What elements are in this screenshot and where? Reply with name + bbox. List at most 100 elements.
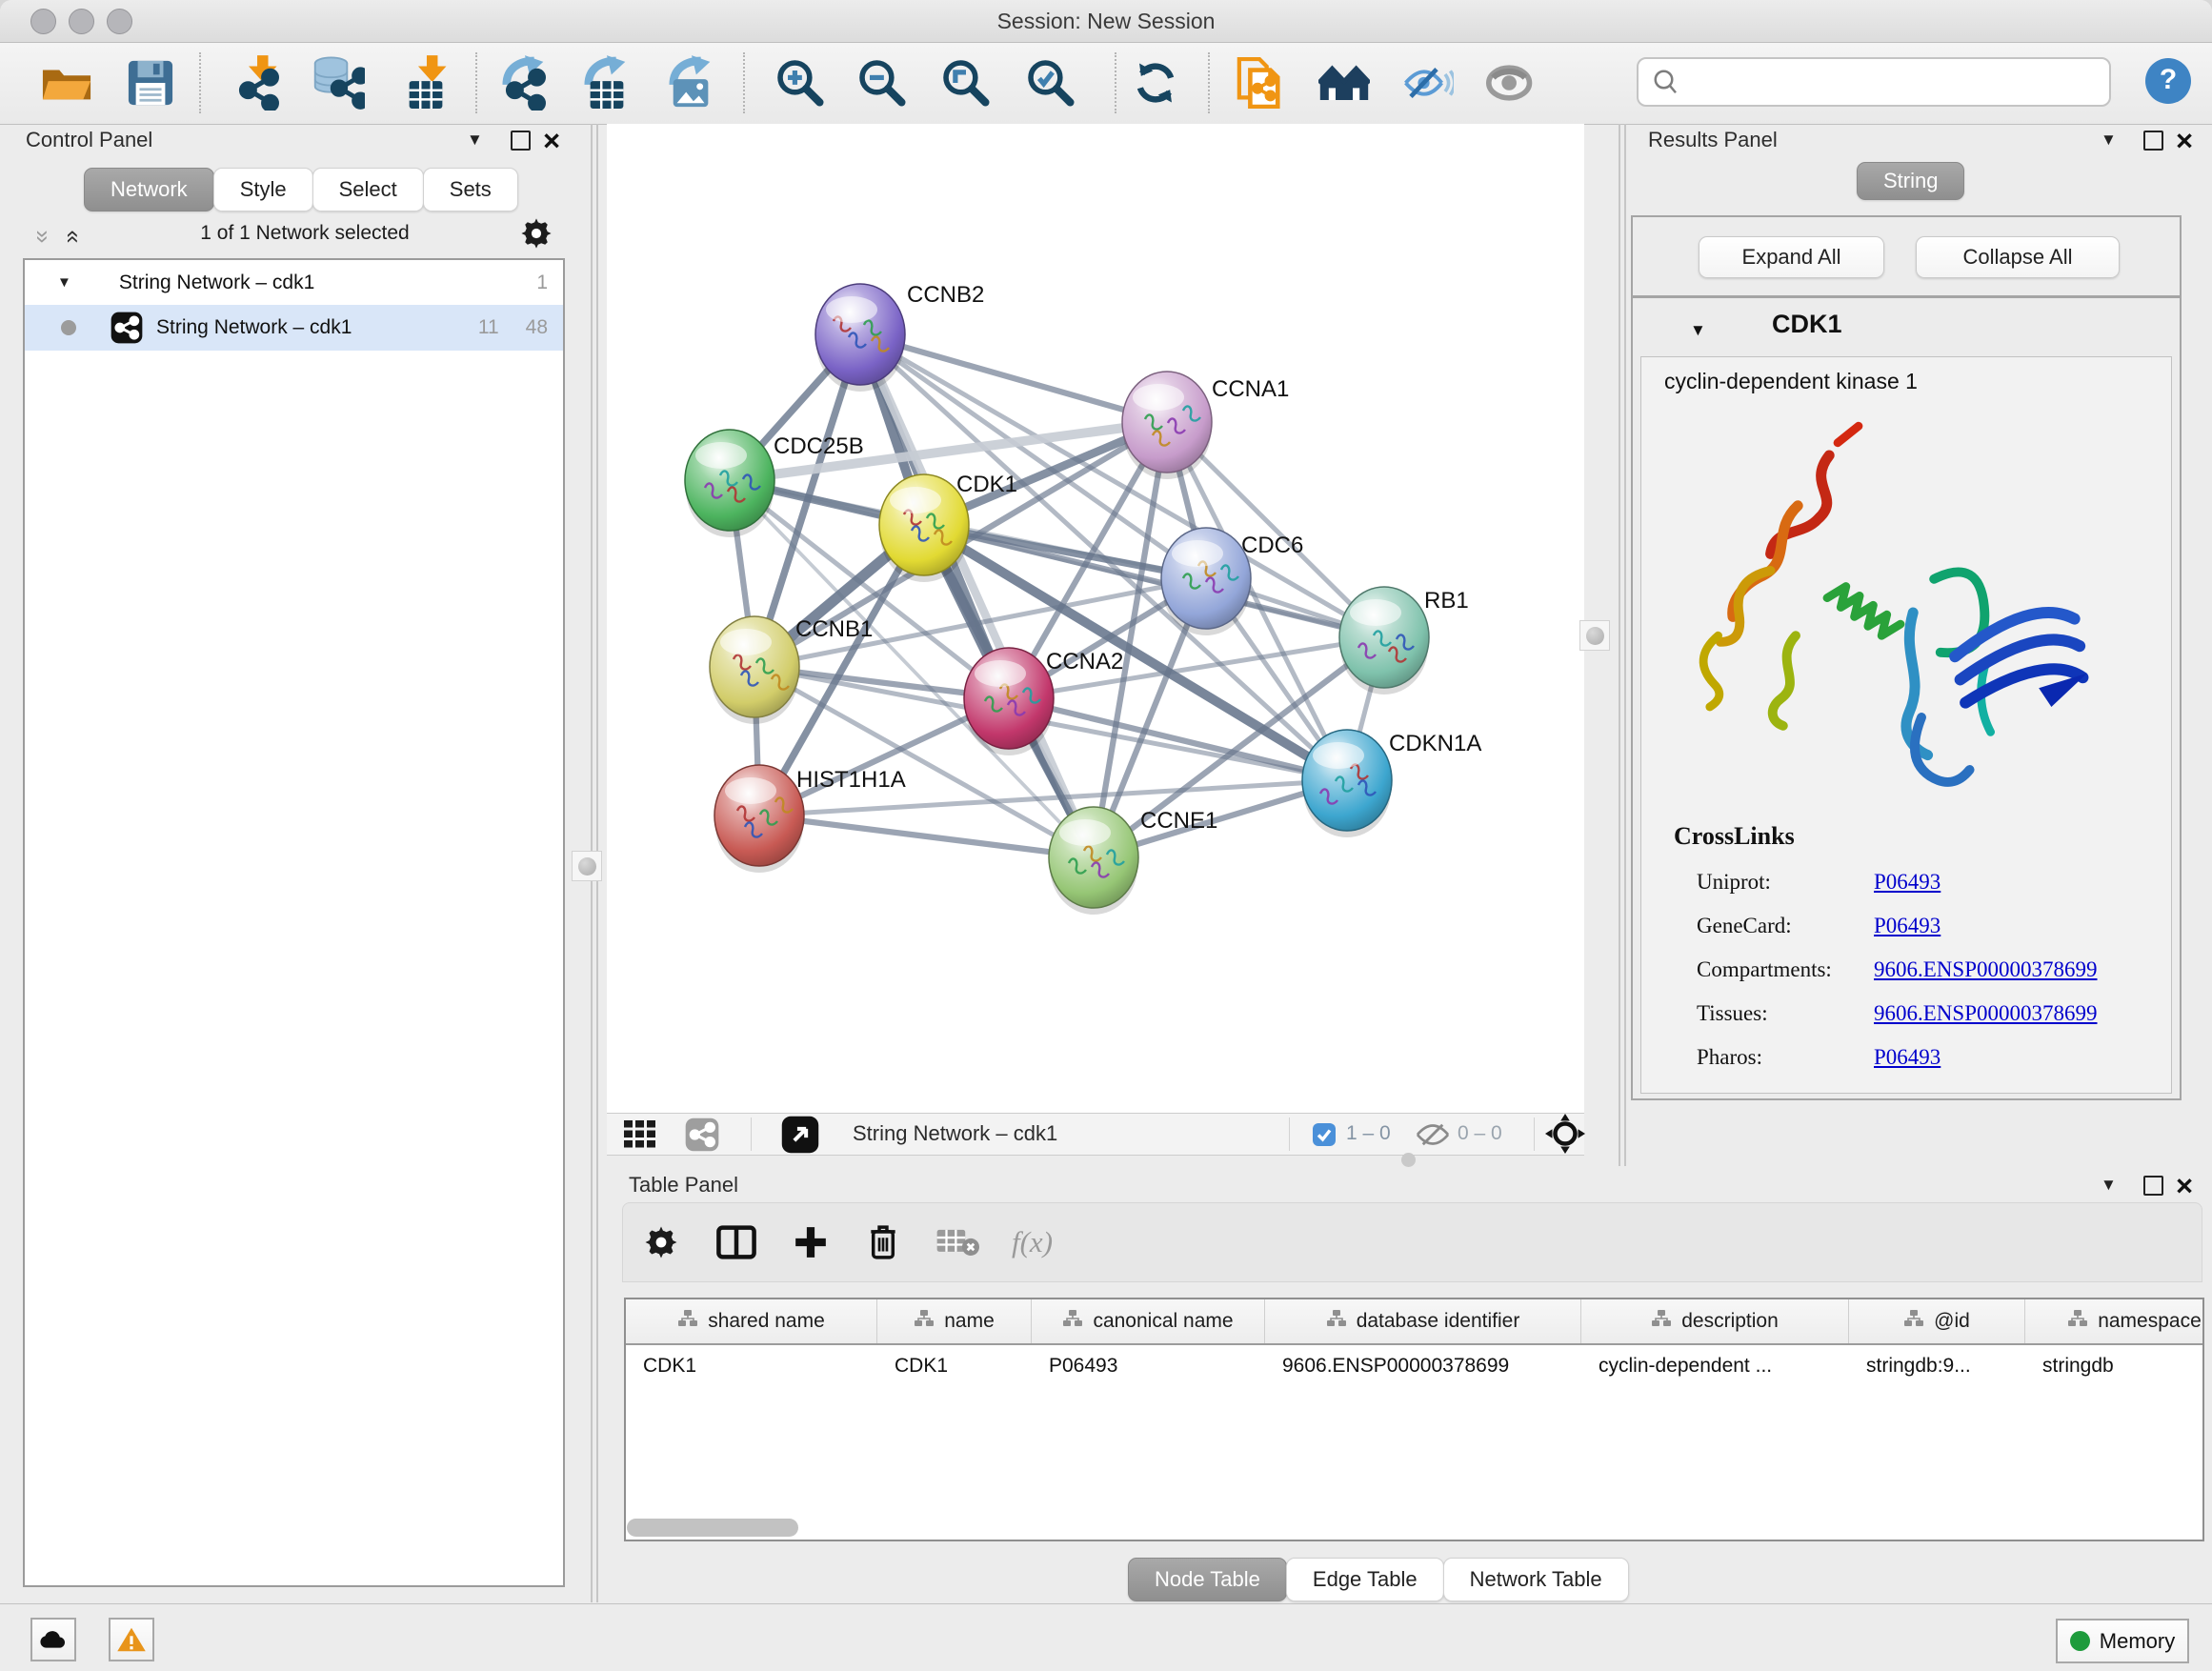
edge-count: 48 bbox=[526, 316, 548, 339]
column-header-description[interactable]: description bbox=[1581, 1299, 1849, 1343]
network-options-gear-icon[interactable] bbox=[520, 217, 553, 254]
crosslink-link[interactable]: 9606.ENSP00000378699 bbox=[1874, 957, 2098, 982]
network-node-CCNA2 bbox=[964, 648, 1054, 755]
fit-content-crosshair-icon[interactable] bbox=[1545, 1114, 1585, 1158]
hidden-eye-slash-icon[interactable] bbox=[1415, 1121, 1451, 1153]
tab-sets[interactable]: Sets bbox=[423, 168, 518, 211]
memory-label: Memory bbox=[2100, 1629, 2175, 1654]
network-node-CDC6 bbox=[1161, 528, 1251, 635]
column-type-icon bbox=[1062, 1309, 1083, 1334]
control-panel-close-icon[interactable]: × bbox=[543, 131, 560, 151]
delete-column-trash-icon[interactable] bbox=[865, 1222, 901, 1262]
import-network-database-icon[interactable] bbox=[312, 56, 365, 110]
network-graph[interactable]: CCNB2CCNA1CDC25BCDK1CDC6RB1CCNB1CCNA2CDK… bbox=[607, 124, 1584, 1113]
svg-text:CDC6: CDC6 bbox=[1241, 533, 1303, 558]
save-session-icon[interactable] bbox=[124, 56, 177, 110]
memory-button[interactable]: Memory bbox=[2056, 1619, 2189, 1663]
table-panel-title: Table Panel bbox=[629, 1173, 738, 1198]
control-panel-title: Control Panel bbox=[26, 128, 152, 152]
right-panel-divider-line bbox=[1624, 124, 1626, 1166]
delete-table-icon[interactable] bbox=[935, 1224, 979, 1260]
expand-all-button[interactable]: Expand All bbox=[1699, 236, 1884, 278]
export-table-icon[interactable] bbox=[580, 56, 633, 110]
open-in-window-icon[interactable] bbox=[781, 1116, 819, 1158]
column-header-database-identifier[interactable]: database identifier bbox=[1265, 1299, 1581, 1343]
column-type-icon bbox=[1651, 1309, 1672, 1334]
control-panel-maximize-icon[interactable] bbox=[511, 131, 531, 151]
crosslink-link[interactable]: P06493 bbox=[1874, 914, 1941, 938]
import-network-icon[interactable] bbox=[231, 56, 285, 110]
table-header-row[interactable]: shared namenamecanonical namedatabase id… bbox=[626, 1299, 2202, 1345]
table-options-gear-icon[interactable] bbox=[644, 1225, 678, 1259]
hide-selected-icon[interactable] bbox=[1401, 56, 1455, 110]
application-window: Session: New Session ? Control Panel ▼ ×… bbox=[0, 0, 2212, 1671]
collapse-all-button[interactable]: Collapse All bbox=[1916, 236, 2120, 278]
tab-network-table[interactable]: Network Table bbox=[1443, 1558, 1629, 1601]
warning-status-button[interactable] bbox=[109, 1618, 154, 1661]
search-input[interactable] bbox=[1637, 57, 2111, 107]
svg-text:CCNE1: CCNE1 bbox=[1140, 808, 1217, 834]
column-header-canonical-name[interactable]: canonical name bbox=[1032, 1299, 1265, 1343]
expand-all-tree-icon[interactable]: « bbox=[59, 231, 87, 244]
string-badge-icon[interactable] bbox=[685, 1117, 719, 1157]
collection-caret-icon[interactable]: ▼ bbox=[57, 274, 71, 291]
table-panel-close-icon[interactable]: × bbox=[2176, 1177, 2193, 1196]
column-type-icon bbox=[914, 1309, 935, 1334]
column-header-shared-name[interactable]: shared name bbox=[626, 1299, 877, 1343]
zoom-in-icon[interactable] bbox=[774, 56, 827, 110]
results-panel-maximize-icon[interactable] bbox=[2143, 131, 2163, 151]
left-splitter-handle[interactable] bbox=[572, 851, 602, 881]
help-button[interactable]: ? bbox=[2145, 58, 2191, 104]
network-collection-row[interactable]: ▼ String Network – cdk1 1 bbox=[25, 260, 563, 305]
crosslink-label: Tissues: bbox=[1697, 1001, 1874, 1026]
zoom-selected-icon[interactable] bbox=[1024, 56, 1077, 110]
results-panel-close-icon[interactable]: × bbox=[2176, 131, 2193, 151]
column-header-@id[interactable]: @id bbox=[1849, 1299, 2025, 1343]
network-row[interactable]: String Network – cdk1 11 48 bbox=[25, 305, 563, 351]
table-panel-float-icon[interactable]: ▼ bbox=[2101, 1176, 2117, 1195]
cloud-status-button[interactable] bbox=[30, 1618, 76, 1661]
export-network-icon[interactable] bbox=[498, 56, 552, 110]
open-session-icon[interactable] bbox=[40, 56, 93, 110]
crosslink-link[interactable]: 9606.ENSP00000378699 bbox=[1874, 1001, 2098, 1026]
tab-network[interactable]: Network bbox=[84, 168, 214, 211]
control-panel-float-icon[interactable]: ▼ bbox=[467, 131, 483, 150]
network-label: String Network – cdk1 bbox=[156, 316, 352, 339]
show-columns-icon[interactable] bbox=[716, 1224, 756, 1260]
column-header-name[interactable]: name bbox=[877, 1299, 1032, 1343]
crosslink-link[interactable]: P06493 bbox=[1874, 870, 1941, 895]
import-table-icon[interactable] bbox=[399, 56, 452, 110]
hidden-count: 0 – 0 bbox=[1458, 1122, 1502, 1145]
tab-edge-table[interactable]: Edge Table bbox=[1286, 1558, 1444, 1601]
tab-node-table[interactable]: Node Table bbox=[1128, 1558, 1287, 1601]
results-panel-float-icon[interactable]: ▼ bbox=[2101, 131, 2117, 150]
export-image-icon[interactable] bbox=[665, 56, 718, 110]
toolbar-separator bbox=[1115, 52, 1116, 113]
horizontal-scrollbar-thumb[interactable] bbox=[627, 1519, 798, 1537]
right-panel-divider[interactable] bbox=[1619, 124, 1620, 1166]
right-splitter-handle[interactable] bbox=[1579, 620, 1610, 651]
home-icon[interactable] bbox=[1317, 56, 1371, 110]
tab-string[interactable]: String bbox=[1857, 162, 1964, 200]
copy-network-icon[interactable] bbox=[1233, 56, 1286, 110]
refresh-icon[interactable] bbox=[1129, 56, 1182, 110]
table-row[interactable]: CDK1CDK1P064939606.ENSP00000378699cyclin… bbox=[626, 1345, 2202, 1387]
horizontal-splitter-handle[interactable] bbox=[1401, 1153, 1416, 1167]
crosslink-row: Compartments: 9606.ENSP00000378699 bbox=[1697, 948, 2154, 992]
zoom-fit-icon[interactable] bbox=[939, 56, 993, 110]
birds-eye-grid-icon[interactable] bbox=[624, 1120, 664, 1154]
crosslink-link[interactable]: P06493 bbox=[1874, 1045, 1941, 1070]
zoom-out-icon[interactable] bbox=[855, 56, 909, 110]
function-builder-icon[interactable]: f(x) bbox=[1012, 1225, 1053, 1259]
column-header-namespace[interactable]: namespace bbox=[2025, 1299, 2204, 1343]
tab-style[interactable]: Style bbox=[213, 168, 313, 211]
create-column-plus-icon[interactable] bbox=[793, 1224, 829, 1260]
node-table[interactable]: shared namenamecanonical namedatabase id… bbox=[624, 1298, 2204, 1541]
table-panel-maximize-icon[interactable] bbox=[2143, 1176, 2163, 1196]
tab-select[interactable]: Select bbox=[312, 168, 424, 211]
column-type-icon bbox=[2067, 1309, 2088, 1334]
collapse-all-tree-icon[interactable]: » bbox=[29, 231, 56, 244]
gene-card-caret-icon[interactable]: ▼ bbox=[1690, 321, 1706, 340]
selected-checkbox-icon[interactable] bbox=[1312, 1122, 1337, 1152]
show-all-icon[interactable] bbox=[1484, 56, 1538, 110]
